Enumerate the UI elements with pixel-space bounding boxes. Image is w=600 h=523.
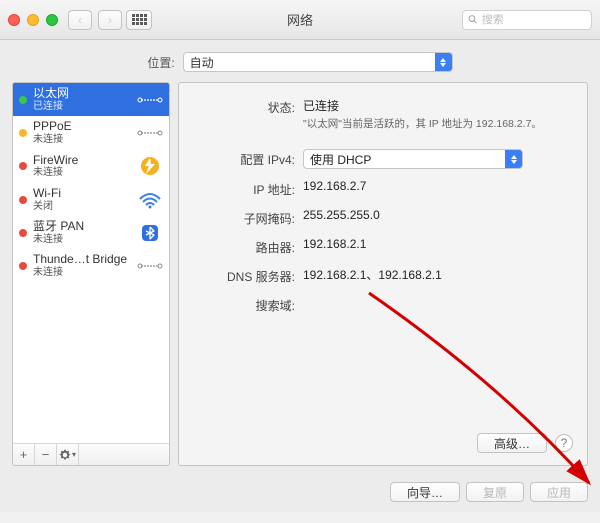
router-value: 192.168.2.1 (303, 237, 573, 251)
interface-detail-panel: 状态: 已连接 "以太网"当前是活跃的，其 IP 地址为 192.168.2.7… (178, 82, 588, 466)
dns-value: 192.168.2.1、192.168.2.1 (303, 266, 573, 283)
interface-name: Thunde…t Bridge (33, 253, 131, 267)
config-ipv4-value: 使用 DHCP (304, 151, 505, 168)
help-button[interactable]: ? (555, 434, 573, 452)
wizard-button[interactable]: 向导… (390, 482, 460, 502)
status-dot-icon (19, 96, 27, 104)
sidebar-item-ethernet-0[interactable]: 以太网 已连接 (13, 83, 169, 116)
interface-menu-button[interactable]: ▾ (57, 444, 79, 466)
show-all-prefs[interactable] (126, 10, 152, 30)
status-label: 状态: (193, 97, 303, 116)
sidebar-item-ethernet-1[interactable]: PPPoE 未连接 (13, 116, 169, 149)
location-label: 位置: (147, 54, 174, 71)
grid-icon (132, 14, 147, 25)
sidebar-item-wifi-3[interactable]: Wi-Fi 关闭 (13, 183, 169, 216)
ethernet-icon (137, 124, 163, 142)
status-dot-icon (19, 196, 27, 204)
status-dot-icon (19, 129, 27, 137)
add-interface-button[interactable]: + (13, 444, 35, 466)
window-close[interactable] (8, 14, 20, 26)
interface-name: 蓝牙 PAN (33, 220, 131, 234)
nav-forward[interactable]: › (98, 10, 122, 30)
interface-name: FireWire (33, 154, 131, 168)
window-title: 网络 (287, 10, 313, 29)
interface-status: 未连接 (33, 134, 131, 146)
dns-label: DNS 服务器: (193, 266, 303, 285)
apply-button[interactable]: 应用 (530, 482, 588, 502)
interface-name: Wi-Fi (33, 187, 131, 201)
interface-status: 未连接 (33, 234, 131, 246)
interface-status: 关闭 (33, 201, 131, 213)
status-dot-icon (19, 229, 27, 237)
ip-value: 192.168.2.7 (303, 179, 573, 193)
mask-value: 255.255.255.0 (303, 208, 573, 222)
ethernet-icon (137, 91, 163, 109)
interfaces-sidebar: 以太网 已连接 PPPoE 未连接 FireWire 未连接 Wi-Fi 关闭 … (12, 82, 170, 466)
sidebar-item-bluetooth-4[interactable]: 蓝牙 PAN 未连接 (13, 216, 169, 249)
status-dot-icon (19, 162, 27, 170)
searchdomain-label: 搜索域: (193, 295, 303, 314)
gear-icon (59, 449, 71, 461)
config-ipv4-label: 配置 IPv4: (193, 149, 303, 168)
firewire-icon (137, 157, 163, 175)
sidebar-item-firewire-2[interactable]: FireWire 未连接 (13, 150, 169, 183)
location-value: 自动 (184, 54, 435, 71)
search-input[interactable] (482, 14, 586, 26)
config-ipv4-select[interactable]: 使用 DHCP (303, 149, 523, 169)
interface-status: 未连接 (33, 167, 131, 179)
chevron-updown-icon (505, 150, 522, 168)
search-field[interactable] (462, 10, 592, 30)
status-dot-icon (19, 262, 27, 270)
ethernet-icon (137, 257, 163, 275)
sidebar-item-ethernet-5[interactable]: Thunde…t Bridge 未连接 (13, 249, 169, 282)
window-zoom[interactable] (46, 14, 58, 26)
interface-name: 以太网 (33, 87, 131, 101)
revert-button[interactable]: 复原 (466, 482, 524, 502)
location-select[interactable]: 自动 (183, 52, 453, 72)
status-subtext: "以太网"当前是活跃的，其 IP 地址为 192.168.2.7。 (303, 117, 573, 131)
advanced-button[interactable]: 高级… (477, 433, 547, 453)
router-label: 路由器: (193, 237, 303, 256)
mask-label: 子网掩码: (193, 208, 303, 227)
status-value: 已连接 (303, 99, 339, 113)
wifi-icon (137, 191, 163, 209)
search-icon (468, 14, 478, 25)
remove-interface-button[interactable]: − (35, 444, 57, 466)
interface-status: 未连接 (33, 267, 131, 279)
ip-label: IP 地址: (193, 179, 303, 198)
chevron-updown-icon (435, 53, 452, 71)
window-minimize[interactable] (27, 14, 39, 26)
chevron-down-icon: ▾ (72, 450, 76, 459)
nav-back[interactable]: ‹ (68, 10, 92, 30)
bluetooth-icon (137, 224, 163, 242)
interface-name: PPPoE (33, 120, 131, 134)
interface-status: 已连接 (33, 101, 131, 113)
